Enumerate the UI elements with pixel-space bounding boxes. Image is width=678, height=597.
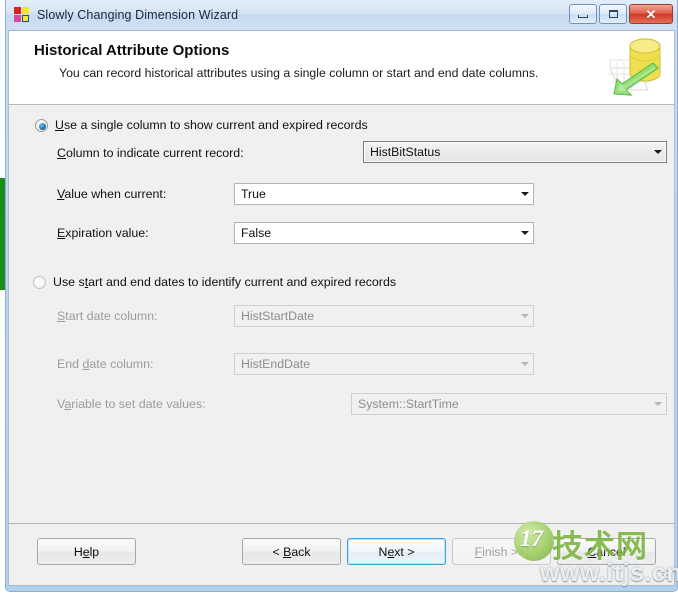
label-column-to-indicate-current-record: Column to indicate current record: [57, 146, 244, 160]
label-value-when-current: Value when current: [57, 187, 167, 201]
radio-use-single-column[interactable]: Use a single column to show current and … [35, 118, 368, 132]
radio-label-start-end-dates: Use start and end dates to identify curr… [53, 275, 397, 289]
chevron-down-icon[interactable] [516, 223, 533, 243]
minimize-button[interactable] [569, 4, 597, 24]
resize-grip[interactable] [658, 570, 670, 582]
maximize-button[interactable] [599, 4, 627, 24]
cancel-button-label: Cancel [587, 544, 626, 559]
window-title: Slowly Changing Dimension Wizard [37, 8, 239, 22]
radio-use-start-end-dates[interactable]: Use start and end dates to identify curr… [33, 275, 396, 289]
combo-value-start-date-column: HistStartDate [241, 309, 315, 323]
minimize-icon [578, 15, 588, 18]
combo-value-expiration-value: False [241, 226, 272, 240]
combo-value-end-date-column: HistEndDate [241, 357, 311, 371]
radio-indicator-start-end-dates [33, 275, 46, 289]
combo-value-variable-to-set-date-values: System::StartTime [358, 397, 459, 411]
chevron-down-icon[interactable] [649, 142, 666, 162]
desktop-background: Slowly Changing Dimension Wizard ✕ Histo… [0, 0, 678, 597]
dialog-body: Use a single column to show current and … [9, 105, 674, 525]
label-start-date-column: Start date column: [57, 309, 158, 323]
next-button[interactable]: Next > [347, 538, 446, 565]
close-icon: ✕ [645, 6, 657, 22]
dialog-footer: Help < Back Next > Finish >>| Cancel [9, 523, 674, 585]
radio-label-single-column: Use a single column to show current and … [55, 118, 368, 132]
ssis-wizard-icon [14, 7, 30, 23]
label-end-date-column: End date column: [57, 357, 154, 371]
chevron-down-icon[interactable] [516, 184, 533, 204]
chevron-down-icon [649, 394, 666, 414]
combo-variable-to-set-date-values: System::StartTime [351, 393, 667, 415]
label-expiration-value: Expiration value: [57, 226, 149, 240]
back-button-label: < Back [272, 544, 311, 559]
combo-expiration-value[interactable]: False [234, 222, 534, 244]
wizard-window: Slowly Changing Dimension Wizard ✕ Histo… [5, 0, 678, 592]
combo-end-date-column: HistEndDate [234, 353, 534, 375]
back-button[interactable]: < Back [242, 538, 341, 565]
maximize-icon [608, 10, 618, 18]
dialog-client-area: Historical Attribute Options You can rec… [8, 30, 675, 586]
wizard-header: Historical Attribute Options You can rec… [9, 31, 674, 105]
finish-button: Finish >>| [452, 538, 551, 565]
cancel-button[interactable]: Cancel [557, 538, 656, 565]
radio-indicator-single-column [35, 118, 48, 132]
help-button[interactable]: Help [37, 538, 136, 565]
page-subtitle: You can record historical attributes usi… [59, 66, 539, 80]
chevron-down-icon [516, 354, 533, 374]
combo-value-column-to-indicate-current-record: HistBitStatus [370, 145, 441, 159]
window-controls: ✕ [569, 4, 673, 24]
combo-column-to-indicate-current-record[interactable]: HistBitStatus [363, 141, 667, 163]
combo-start-date-column: HistStartDate [234, 305, 534, 327]
label-variable-to-set-date-values: Variable to set date values: [57, 397, 206, 411]
combo-value-when-current[interactable]: True [234, 183, 534, 205]
finish-button-label: Finish >>| [474, 544, 529, 559]
close-button[interactable]: ✕ [629, 4, 673, 24]
combo-value-value-when-current: True [241, 187, 266, 201]
page-title: Historical Attribute Options [34, 42, 230, 59]
chevron-down-icon [516, 306, 533, 326]
database-cylinder-green-arrow-icon [608, 38, 661, 96]
next-button-label: Next > [378, 544, 415, 559]
title-bar[interactable]: Slowly Changing Dimension Wizard ✕ [6, 0, 677, 30]
help-button-label: Help [73, 544, 100, 559]
